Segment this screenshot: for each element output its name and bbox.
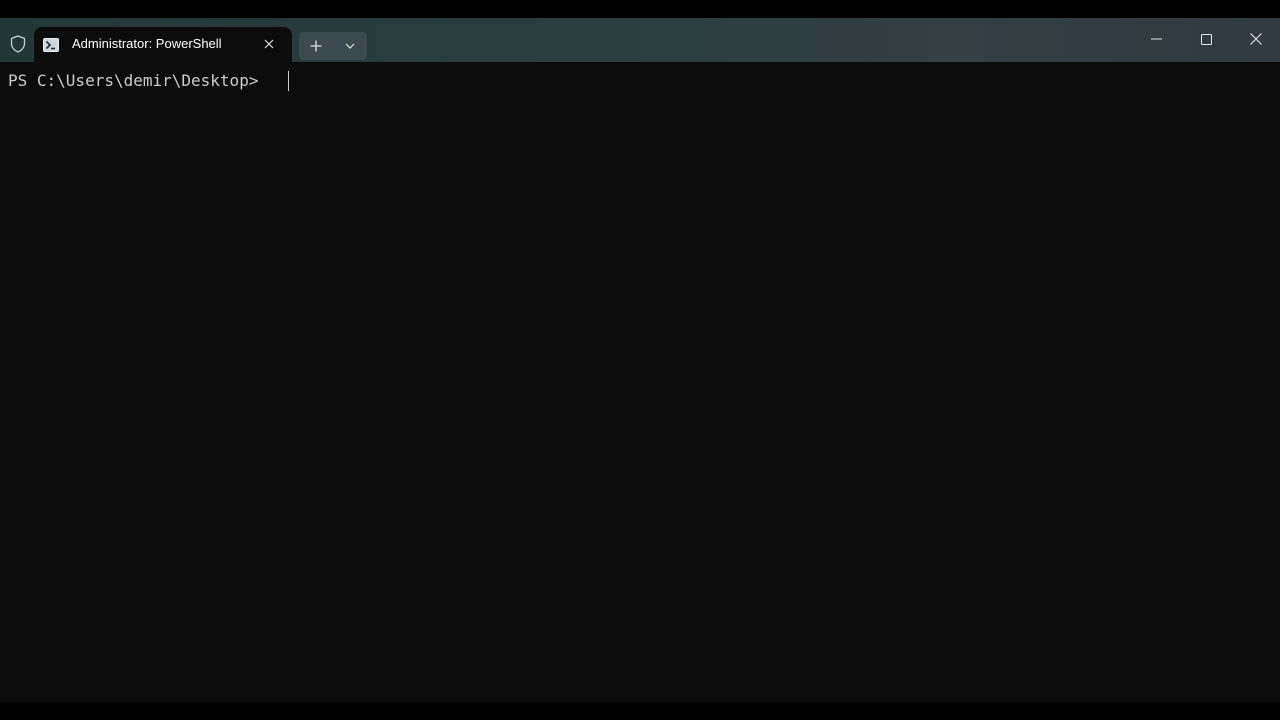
minimize-icon xyxy=(1150,38,1162,40)
terminal-area[interactable]: PS C:\Users\demir\Desktop> xyxy=(0,62,1280,702)
terminal-window: Administrator: PowerShell PS C:\Users\de… xyxy=(0,18,1280,702)
new-tab-group xyxy=(299,32,367,60)
minimize-button[interactable] xyxy=(1131,18,1181,60)
maximize-button[interactable] xyxy=(1181,18,1231,60)
title-bar[interactable]: Administrator: PowerShell xyxy=(0,18,1280,62)
screen-frame: Administrator: PowerShell PS C:\Users\de… xyxy=(0,0,1280,720)
plus-icon xyxy=(310,40,322,52)
text-cursor xyxy=(288,71,289,91)
maximize-icon xyxy=(1200,33,1212,45)
tab-powershell[interactable]: Administrator: PowerShell xyxy=(34,27,292,62)
new-tab-dropdown-button[interactable] xyxy=(333,32,367,60)
powershell-icon xyxy=(43,37,59,52)
prompt-text: PS C:\Users\demir\Desktop> xyxy=(8,71,269,90)
chevron-down-icon xyxy=(345,43,355,49)
close-tab-icon[interactable] xyxy=(262,37,276,51)
shield-icon xyxy=(8,34,28,54)
new-tab-button[interactable] xyxy=(299,32,333,60)
close-icon xyxy=(1250,33,1262,45)
close-window-button[interactable] xyxy=(1231,18,1280,60)
tab-title: Administrator: PowerShell xyxy=(72,36,222,51)
